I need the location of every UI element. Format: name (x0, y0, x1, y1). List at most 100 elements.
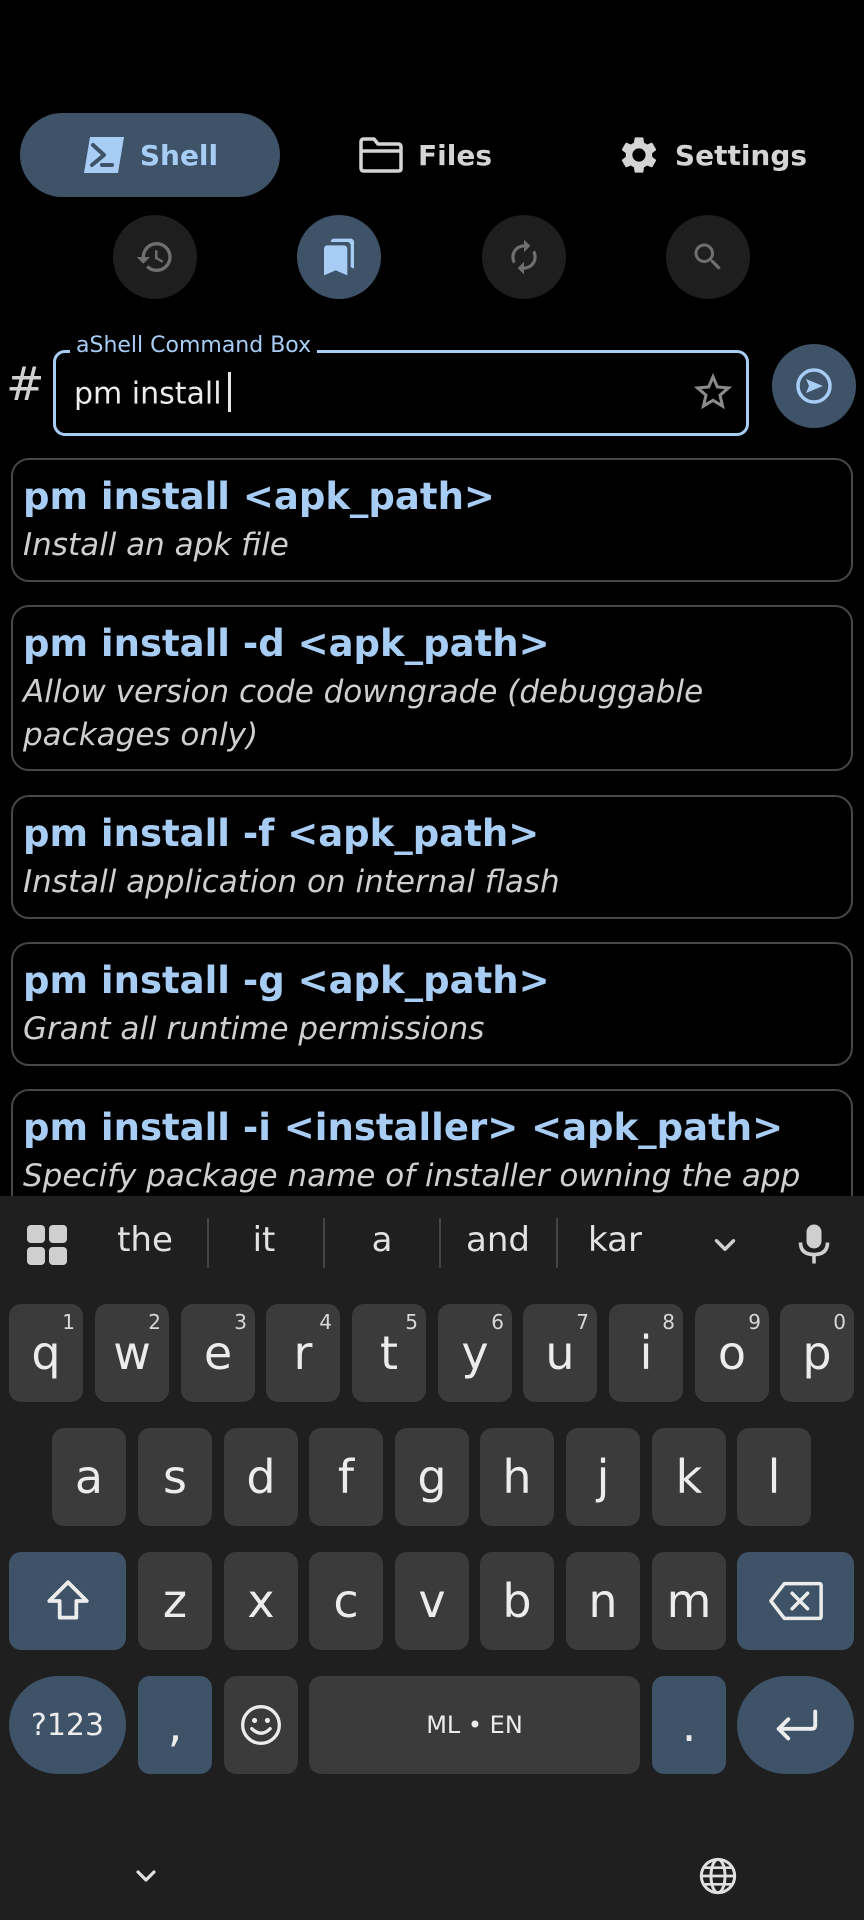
key-hint: 9 (748, 1310, 761, 1334)
emoji-key[interactable] (224, 1676, 298, 1774)
bookmarks-button[interactable] (297, 215, 381, 299)
key-b[interactable]: b (480, 1552, 554, 1650)
star-outline-icon (693, 372, 733, 410)
key-hint: 6 (491, 1310, 504, 1334)
keyboard: the it a and kar q1 w2 e3 r4 t5 y6 u7 i8… (0, 1196, 864, 1920)
command-input-value: pm install (74, 376, 222, 412)
key-y[interactable]: y6 (438, 1304, 512, 1402)
suggestion-description: Install application on internal flash (23, 864, 560, 900)
suggestion-card[interactable]: pm install -i <installer> <apk_path> Spe… (11, 1089, 853, 1196)
key-d[interactable]: d (224, 1428, 298, 1526)
key-r[interactable]: r4 (266, 1304, 340, 1402)
comma-key[interactable]: , (138, 1676, 212, 1774)
key-h[interactable]: h (480, 1428, 554, 1526)
enter-icon (776, 1709, 817, 1741)
suggestion-card[interactable]: pm install -f <apk_path> Install applica… (11, 795, 853, 919)
key-p[interactable]: p0 (780, 1304, 854, 1402)
key-i[interactable]: i8 (609, 1304, 683, 1402)
refresh-button[interactable] (482, 215, 566, 299)
text-caret (227, 372, 231, 412)
word-suggestion-bar: the it a and kar (0, 1196, 864, 1290)
gear-icon (621, 137, 657, 173)
suggestion-description: Allow version code downgrade (debuggable… (23, 674, 704, 753)
key-c[interactable]: c (309, 1552, 383, 1650)
key-hint: 2 (148, 1310, 161, 1334)
key-g[interactable]: g (395, 1428, 469, 1526)
history-button[interactable] (113, 215, 197, 299)
key-label: i (639, 1326, 653, 1380)
suggestion-description: Specify package name of installer owning… (23, 1158, 801, 1194)
backspace-key[interactable] (737, 1552, 854, 1650)
word-suggestion[interactable]: it (214, 1220, 314, 1260)
key-s[interactable]: s (138, 1428, 212, 1526)
period-key[interactable]: . (652, 1676, 726, 1774)
word-suggestion[interactable]: the (95, 1220, 195, 1260)
suggestion-list: pm install <apk_path> Install an apk fil… (11, 458, 853, 1196)
key-w[interactable]: w2 (95, 1304, 169, 1402)
divider (207, 1218, 209, 1268)
voice-input-button[interactable] (796, 1222, 832, 1270)
key-o[interactable]: o9 (695, 1304, 769, 1402)
key-a[interactable]: a (52, 1428, 126, 1526)
suggestion-title: pm install <apk_path> (23, 475, 495, 518)
shift-icon (46, 1580, 89, 1620)
key-n[interactable]: n (566, 1552, 640, 1650)
key-z[interactable]: z (138, 1552, 212, 1650)
chevron-down-icon (136, 1870, 156, 1882)
top-nav: Shell Files Settings (20, 113, 844, 197)
key-hint: 8 (662, 1310, 675, 1334)
word-suggestion[interactable]: and (448, 1220, 548, 1260)
key-label: r (293, 1326, 313, 1380)
prompt-hash: # (6, 357, 45, 411)
globe-icon (699, 1857, 737, 1895)
command-box[interactable]: aShell Command Box pm install (53, 333, 749, 436)
suggestion-description: Grant all runtime permissions (23, 1011, 485, 1047)
key-label: e (203, 1326, 233, 1380)
suggestion-card[interactable]: pm install <apk_path> Install an apk fil… (11, 458, 853, 582)
send-button[interactable] (772, 344, 856, 428)
search-button[interactable] (666, 215, 750, 299)
suggestion-card[interactable]: pm install -d <apk_path> Allow version c… (11, 605, 853, 771)
apps-grid-button[interactable] (26, 1224, 68, 1270)
key-t[interactable]: t5 (352, 1304, 426, 1402)
key-f[interactable]: f (309, 1428, 383, 1526)
key-label: y (461, 1326, 489, 1380)
language-switch-button[interactable] (698, 1856, 738, 1900)
space-key[interactable]: ML • EN (309, 1676, 640, 1774)
key-label: o (717, 1326, 747, 1380)
tab-files[interactable]: Files (305, 113, 545, 197)
shift-key[interactable] (9, 1552, 126, 1650)
tab-settings[interactable]: Settings (580, 113, 844, 197)
key-hint: 4 (319, 1310, 332, 1334)
tab-files-label: Files (418, 138, 492, 172)
favorite-button[interactable] (690, 369, 736, 419)
key-j[interactable]: j (566, 1428, 640, 1526)
key-u[interactable]: u7 (523, 1304, 597, 1402)
tab-settings-label: Settings (674, 138, 808, 172)
terminal-icon (83, 137, 124, 173)
key-q[interactable]: q1 (9, 1304, 83, 1402)
symbols-key[interactable]: ?123 (9, 1676, 126, 1774)
divider (439, 1218, 441, 1268)
key-e[interactable]: e3 (181, 1304, 255, 1402)
key-hint: 1 (62, 1310, 75, 1334)
key-l[interactable]: l (737, 1428, 811, 1526)
suggestion-card[interactable]: pm install -g <apk_path> Grant all runti… (11, 942, 853, 1066)
word-suggestion[interactable]: a (332, 1220, 432, 1260)
suggestion-title: pm install -i <installer> <apk_path> (23, 1106, 784, 1149)
tab-shell[interactable]: Shell (20, 113, 280, 197)
enter-key[interactable] (737, 1676, 854, 1774)
key-m[interactable]: m (652, 1552, 726, 1650)
key-hint: 3 (234, 1310, 247, 1334)
key-x[interactable]: x (224, 1552, 298, 1650)
key-k[interactable]: k (652, 1428, 726, 1526)
suggestion-title: pm install -g <apk_path> (23, 959, 550, 1002)
word-suggestion[interactable]: kar (565, 1220, 665, 1260)
key-v[interactable]: v (395, 1552, 469, 1650)
expand-suggestions-button[interactable] (708, 1228, 742, 1266)
apps-grid-icon (27, 1225, 67, 1265)
tab-shell-label: Shell (139, 138, 219, 172)
hide-keyboard-button[interactable] (130, 1860, 162, 1896)
divider (323, 1218, 325, 1268)
command-input[interactable]: pm install (74, 372, 231, 415)
